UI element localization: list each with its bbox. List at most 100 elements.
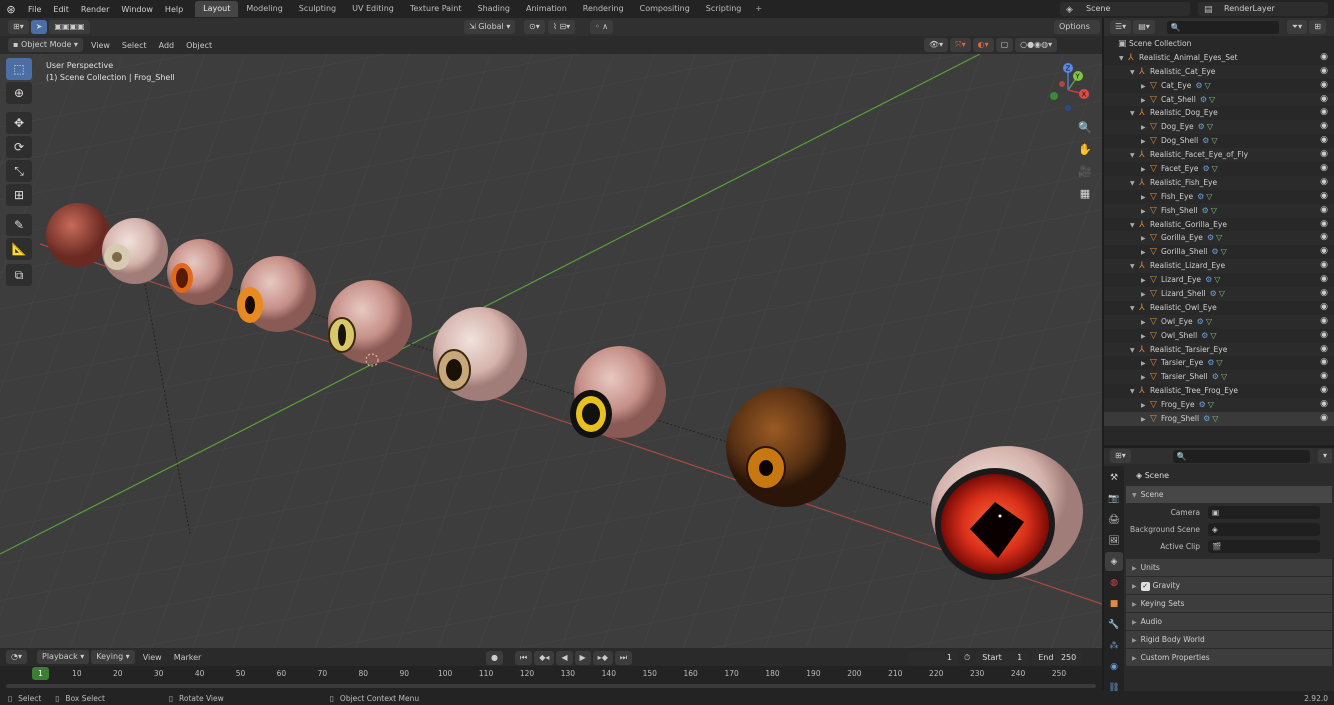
prev-keyframe-icon[interactable]: ◆◂	[534, 651, 555, 665]
expand-icon[interactable]: ▼	[1130, 344, 1139, 358]
mesh-data-icon[interactable]: ▽	[1209, 95, 1215, 104]
modifier-icon[interactable]: ⚙	[1205, 275, 1212, 284]
object-tab-icon[interactable]: ■	[1105, 594, 1123, 613]
add-workspace-button[interactable]: +	[749, 1, 768, 17]
view-layer-tab-icon[interactable]: 🖼	[1105, 531, 1123, 550]
transform-orientation-dropdown[interactable]: ⇲ Global ▾	[464, 20, 516, 34]
expand-icon[interactable]: ▼	[1130, 385, 1139, 399]
expand-icon[interactable]: ▼	[1130, 260, 1139, 274]
menu-file[interactable]: File	[22, 5, 47, 14]
jump-start-icon[interactable]: ⏮	[514, 651, 533, 665]
editor-type-button[interactable]: ⊞▾	[8, 20, 29, 34]
custom-properties-section[interactable]: ▶ Custom Properties	[1126, 649, 1332, 666]
record-icon[interactable]: ●	[486, 651, 503, 665]
eye-dog[interactable]	[102, 218, 168, 284]
outliner-row[interactable]: ▼ ⅄ Realistic_Lizard_Eye ◉	[1104, 259, 1334, 274]
tab-rendering[interactable]: Rendering	[575, 1, 632, 17]
mesh-data-icon[interactable]: ▽	[1216, 358, 1222, 367]
keying-sets-section[interactable]: ▶ Keying Sets	[1126, 595, 1332, 612]
visibility-eye-icon[interactable]: ◉	[1320, 301, 1328, 315]
modifier-icon[interactable]: ⚙	[1212, 372, 1219, 381]
outliner-row[interactable]: ▶ ▽ Gorilla_Eye ⚙ ▽ ◉	[1104, 231, 1334, 246]
options-dropdown[interactable]: Options ▾	[1054, 20, 1100, 45]
current-frame-marker[interactable]: 1	[32, 667, 49, 680]
visibility-icon[interactable]: 👁▾	[924, 38, 949, 52]
pan-hand-icon[interactable]: ✋	[1076, 140, 1094, 158]
display-mode-icon[interactable]: ▤▾	[1133, 20, 1155, 34]
tab-modeling[interactable]: Modeling	[238, 1, 290, 17]
filter-icon[interactable]: ⏷▾	[1286, 20, 1308, 34]
outliner-row[interactable]: ▼ ⅄ Realistic_Tarsier_Eye ◉	[1104, 342, 1334, 358]
visibility-eye-icon[interactable]: ◉	[1320, 51, 1328, 65]
expand-icon[interactable]: ▶	[1141, 121, 1150, 135]
outliner-row[interactable]: ▼ ⅄ Realistic_Facet_Eye_of_Fly ◉	[1104, 148, 1334, 163]
pivot-icon[interactable]: ⊙▾	[524, 20, 545, 34]
select-tool-icon[interactable]: ➤	[30, 20, 48, 34]
expand-icon[interactable]: ▶	[1141, 246, 1150, 260]
expand-icon[interactable]: ▶	[1141, 163, 1150, 177]
expand-icon[interactable]: ▶	[1141, 232, 1150, 246]
timeline-editor-type-icon[interactable]: ◔▾	[6, 650, 27, 664]
tab-uv-editing[interactable]: UV Editing	[344, 1, 402, 17]
expand-icon[interactable]: ▼	[1130, 66, 1139, 80]
visibility-eye-icon[interactable]: ◉	[1320, 287, 1328, 301]
expand-icon[interactable]: ▶	[1141, 357, 1150, 371]
outliner-row[interactable]: ▶ ▽ Owl_Eye ⚙ ▽ ◉	[1104, 314, 1334, 329]
modifier-icon[interactable]: ⚙	[1197, 192, 1204, 201]
expand-icon[interactable]: ▶	[1141, 274, 1150, 288]
modifier-icon[interactable]: ⚙	[1198, 122, 1205, 131]
tab-scripting[interactable]: Scripting	[698, 1, 750, 17]
scene-selector[interactable]: ◈ Scene	[1060, 2, 1190, 16]
visibility-eye-icon[interactable]: ◉	[1320, 190, 1328, 204]
mesh-data-icon[interactable]: ▽	[1216, 233, 1222, 242]
world-tab-icon[interactable]: ◍	[1105, 573, 1123, 592]
expand-icon[interactable]: ▶	[1141, 288, 1150, 302]
menu-edit[interactable]: Edit	[47, 5, 75, 14]
visibility-eye-icon[interactable]: ◉	[1320, 218, 1328, 232]
render-layer-selector[interactable]: ▤ RenderLayer	[1198, 2, 1328, 16]
tab-compositing[interactable]: Compositing	[632, 1, 698, 17]
modifier-icon[interactable]: ⚙	[1211, 247, 1218, 256]
mesh-data-icon[interactable]: ▽	[1221, 247, 1227, 256]
viewport-menu-add[interactable]: Add	[153, 41, 181, 50]
outliner-row[interactable]: ▶ ▽ Dog_Shell ⚙ ▽ ◉	[1104, 134, 1334, 148]
outliner-row[interactable]: ▶ ▽ Tarsier_Shell ⚙ ▽ ◉	[1104, 370, 1334, 385]
outliner-row[interactable]: ▶ ▽ Tarsier_Eye ⚙ ▽ ◉	[1104, 356, 1334, 370]
active-clip-input[interactable]: 🎬	[1208, 540, 1320, 553]
tab-animation[interactable]: Animation	[518, 1, 575, 17]
mesh-data-icon[interactable]: ▽	[1210, 331, 1216, 340]
visibility-eye-icon[interactable]: ◉	[1320, 356, 1328, 370]
expand-icon[interactable]: ▶	[1141, 330, 1150, 344]
eye-gorilla[interactable]	[328, 280, 412, 364]
camera-view-icon[interactable]: 🎥	[1076, 162, 1094, 180]
visibility-eye-icon[interactable]: ◉	[1320, 245, 1328, 259]
visibility-eye-icon[interactable]: ◉	[1320, 148, 1328, 162]
scale-icon[interactable]: ⤡	[6, 160, 32, 182]
measure-icon[interactable]: 📐	[6, 238, 32, 260]
mesh-data-icon[interactable]: ▽	[1212, 414, 1218, 423]
outliner-search-input[interactable]: 🔍	[1166, 20, 1279, 34]
expand-icon[interactable]: ▼	[1130, 219, 1139, 233]
background-scene-input[interactable]: ◈	[1208, 523, 1320, 536]
eye-fly[interactable]	[167, 239, 233, 305]
expand-icon[interactable]: ▶	[1141, 80, 1150, 94]
frame-ruler[interactable]: 1102030405060708090100110120130140150160…	[0, 666, 1102, 682]
outliner-row[interactable]: ▼ ⅄ Realistic_Dog_Eye ◉	[1104, 106, 1334, 120]
visibility-eye-icon[interactable]: ◉	[1320, 93, 1328, 107]
expand-icon[interactable]: ▶	[1141, 205, 1150, 219]
transform-icon[interactable]: ⊞	[6, 184, 32, 206]
outliner-row[interactable]: ▶ ▽ Fish_Eye ⚙ ▽ ◉	[1104, 190, 1334, 204]
viewport-menu-view[interactable]: View	[85, 41, 116, 50]
outliner-row[interactable]: ▼ ⅄ Realistic_Fish_Eye ◉	[1104, 175, 1334, 190]
modifier-icon[interactable]: ⚙	[1207, 358, 1214, 367]
visibility-eye-icon[interactable]: ◉	[1320, 259, 1328, 273]
outliner-row[interactable]: ▼ ⅄ Realistic_Cat_Eye ◉	[1104, 64, 1334, 80]
expand-icon[interactable]: ▶	[1141, 371, 1150, 385]
tool-tab-icon[interactable]: ⚒	[1105, 468, 1123, 487]
new-collection-icon[interactable]: ⊞	[1309, 20, 1326, 34]
expand-icon[interactable]: ▶	[1141, 413, 1150, 427]
visibility-eye-icon[interactable]: ◉	[1320, 120, 1328, 134]
viewport-scene[interactable]	[0, 54, 1102, 648]
mesh-data-icon[interactable]: ▽	[1221, 372, 1227, 381]
viewport-menu-select[interactable]: Select	[116, 41, 153, 50]
